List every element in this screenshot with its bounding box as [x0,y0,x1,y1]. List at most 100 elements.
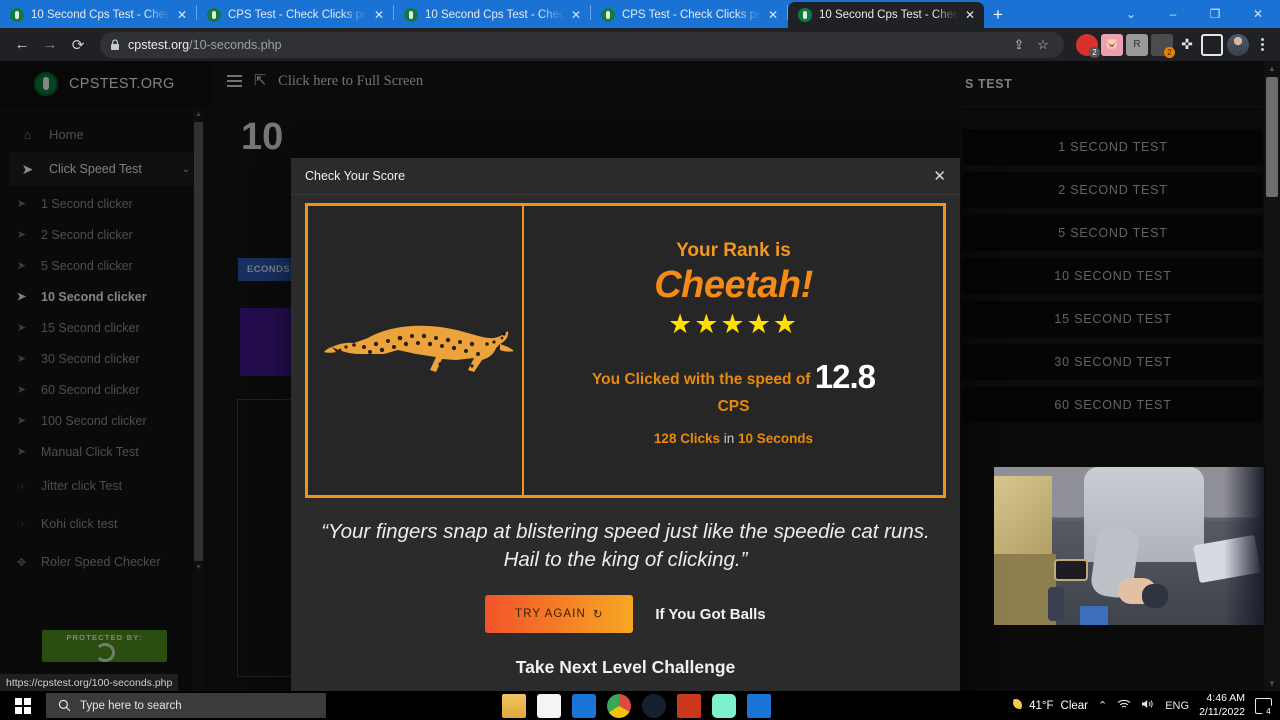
next-level-heading: Take Next Level Challenge [515,657,736,678]
search-input[interactable]: Type here to search [46,693,326,718]
language-indicator[interactable]: ENG [1165,700,1189,712]
tab-close-icon[interactable]: ✕ [765,7,781,23]
movies-tv-icon[interactable] [747,693,771,718]
tab-close-icon[interactable]: ✕ [174,7,190,23]
browser-window: 10 Second Cps Test - Checks Click ✕ CPS … [0,0,1280,720]
close-window-button[interactable]: ✕ [1236,0,1280,28]
browser-tab-active[interactable]: 10 Second Cps Test - Checks Clic ✕ [788,2,984,28]
rank-name: Cheetah! [654,264,813,306]
action-center-icon[interactable]: 4 [1255,697,1275,718]
cta-row: TRY AGAIN ↻ If You Got Balls [291,595,960,634]
lock-icon [110,38,120,51]
clicks-summary: 128 Clicks in 10 Seconds [524,431,943,446]
tab-title: CPS Test - Check Clicks per Secon [228,9,367,21]
cheetah-pane [308,206,524,495]
extension-badge: 2 [1089,46,1100,58]
extension-badge: 2 [1164,46,1175,58]
address-bar[interactable]: cpstest.org/10-seconds.php ⇪ ☆ [100,31,1064,58]
webcam-shadow [1224,467,1264,625]
window-controls: ⌄ – ❐ ✕ [1110,0,1280,28]
moon-icon [1009,699,1023,712]
steam-icon[interactable] [642,693,666,718]
windows-taskbar: Type here to search 41°F Clear ⌃ ENG 4:4… [0,691,1280,720]
modal-title: Check Your Score [305,169,406,183]
try-again-label: TRY AGAIN [515,608,586,621]
microsoft-office-icon[interactable] [677,693,701,718]
url-path: /10-seconds.php [189,37,282,52]
tray-chevron-icon[interactable]: ⌃ [1098,699,1107,712]
modal-header: Check Your Score ✕ [291,158,960,195]
tab-favicon [207,8,221,22]
system-tray: 41°F Clear ⌃ ENG 4:46 AM 2/11/2022 4 [1009,692,1280,718]
wifi-icon[interactable] [1117,699,1131,713]
r-extension-icon[interactable]: R [1126,33,1148,56]
tab-close-icon[interactable]: ✕ [371,7,387,23]
browser-tab[interactable]: 10 Second Cps Test - Checks Click ✕ [0,2,196,28]
weather-temp: 41°F [1029,699,1054,712]
tab-favicon [601,8,615,22]
share-icon[interactable]: ⇪ [1008,34,1030,56]
page-viewport: CPSTEST.ORG ⌂ Home ➤ Click Speed Test ⌄ … [0,61,1280,691]
volume-icon[interactable] [1141,698,1155,713]
tab-title: 10 Second Cps Test - Checks Clic [425,9,564,21]
tab-favicon [798,8,812,22]
microsoft-store-icon[interactable] [537,693,561,718]
result-card: Your Rank is Cheetah! ★★★★★ You Clicked … [305,203,946,498]
rank-label: Your Rank is [676,240,791,261]
tab-title: 10 Second Cps Test - Checks Clic [819,9,958,21]
bookmark-star-icon[interactable]: ☆ [1032,34,1054,56]
search-icon [58,699,71,712]
browser-tab[interactable]: 10 Second Cps Test - Checks Clic ✕ [394,2,590,28]
minimize-button[interactable]: – [1152,0,1194,28]
speed-line: You Clicked with the speed of 12.8 CPS [524,356,943,417]
browser-tab[interactable]: CPS Test - Check Clicks per Secon ✕ [197,2,393,28]
google-chrome-icon[interactable] [607,693,631,718]
pig-extension-icon[interactable]: 🐷 [1101,33,1123,56]
weather-desc: Clear [1060,699,1088,712]
new-tab-button[interactable]: + [984,2,1012,28]
star-rating: ★★★★★ [667,309,800,339]
forward-icon[interactable]: → [36,31,64,59]
puzzle-extensions-icon[interactable]: ✜ [1176,34,1198,56]
tab-search-icon[interactable]: ⌄ [1110,0,1152,28]
clock[interactable]: 4:46 AM 2/11/2022 [1199,692,1245,718]
tab-close-icon[interactable]: ✕ [962,7,978,23]
browser-tab[interactable]: CPS Test - Check Clicks per Secon ✕ [591,2,787,28]
extension-icons: 2 🐷 R 2 ✜ [1072,33,1223,58]
streamlabs-icon[interactable] [712,693,736,718]
chrome-menu-icon[interactable] [1252,33,1272,57]
webcam-mouse [1142,583,1168,608]
webcam-phone [1054,558,1088,581]
profile-avatar[interactable] [1227,33,1249,56]
clicks-duration: 10 Seconds [738,430,814,446]
omnibox-actions: ⇪ ☆ [1008,34,1054,56]
recording-extension-icon[interactable]: 2 [1076,33,1100,58]
file-explorer-icon[interactable] [502,693,526,718]
try-again-button[interactable]: TRY AGAIN ↻ [485,595,634,634]
url-host: cpstest.org [128,37,190,52]
clock-date: 2/11/2022 [1199,705,1245,718]
back-icon[interactable]: ← [8,31,36,59]
cps-value: 12.8 [814,358,876,395]
result-quote: “Your fingers snap at blistering speed j… [321,520,930,571]
speed-prefix: You Clicked with the speed of [591,371,811,388]
browser-toolbar: ← → ⟳ cpstest.org/10-seconds.php ⇪ ☆ 2 🐷… [0,28,1280,61]
close-icon[interactable]: ✕ [933,169,946,184]
maximize-button[interactable]: ❐ [1194,0,1236,28]
cheetah-icon [324,325,514,372]
webcam-card [1080,606,1108,625]
tab-strip: 10 Second Cps Test - Checks Click ✕ CPS … [0,0,1280,28]
clicks-mid: in [723,430,735,446]
download-extension-icon[interactable]: 2 [1151,33,1175,58]
tab-close-icon[interactable]: ✕ [568,7,584,23]
search-placeholder: Type here to search [80,699,182,712]
mail-icon[interactable] [572,693,596,718]
taskbar-apps [502,693,771,718]
weather-widget[interactable]: 41°F Clear [1009,699,1088,712]
square-extension-icon[interactable] [1201,33,1223,56]
notification-badge: 4 [1262,704,1275,718]
cps-unit: CPS [717,398,750,416]
windows-start-icon[interactable] [0,691,46,720]
refresh-icon: ↻ [592,609,604,622]
reload-icon[interactable]: ⟳ [64,31,92,59]
